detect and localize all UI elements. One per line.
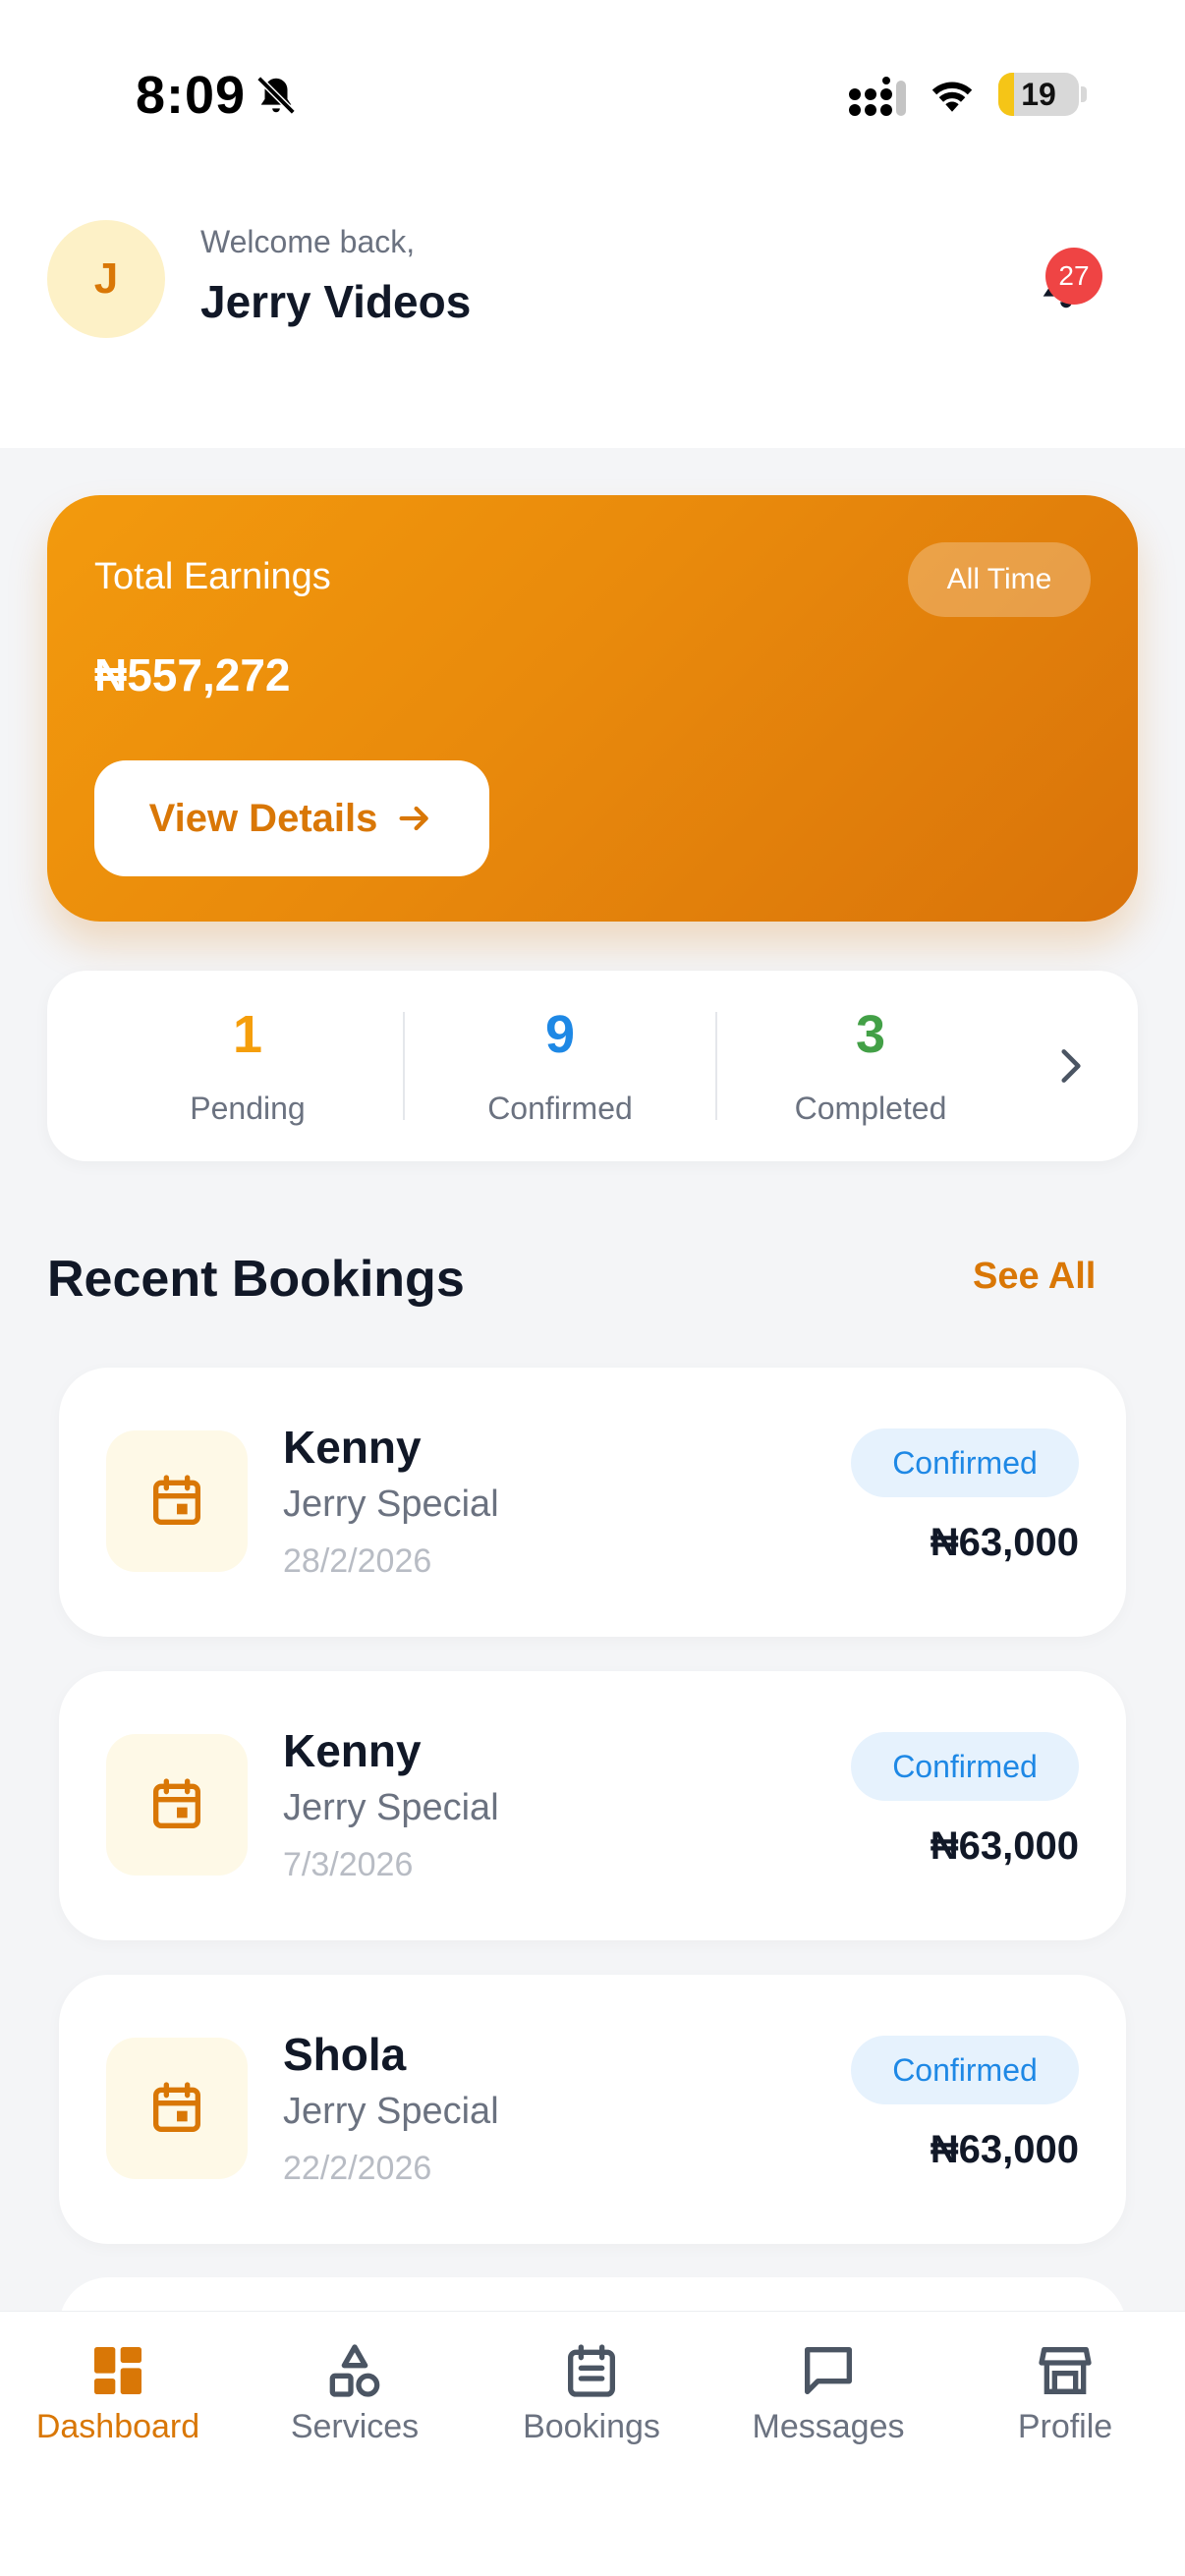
nav-profile[interactable]: Profile [947,2339,1183,2446]
battery-indicator: 19 [998,73,1079,116]
nav-messages-label: Messages [752,2408,905,2445]
booking-service: Jerry Special [283,1484,499,1525]
view-details-label: View Details [148,796,378,840]
booking-service: Jerry Special [283,1787,499,1828]
nav-services-label: Services [290,2408,420,2445]
stat-completed: 3 Completed [723,1008,1018,1127]
calendar-icon [153,1475,200,1525]
earnings-amount: ₦557,272 [94,649,291,700]
bell-off-icon [256,76,296,115]
arrow-right-icon [399,806,429,831]
status-badge: Confirmed [851,1428,1079,1497]
nav-bookings[interactable]: Bookings [474,2339,709,2446]
welcome-text: Welcome back, [200,224,416,259]
store-icon [1039,2347,1092,2394]
chevron-right-icon[interactable] [1045,1041,1095,1091]
booking-icon-box [106,1430,248,1572]
stat-pending-label: Pending [190,1091,306,1126]
booking-client-name: Kenny [283,1725,422,1776]
status-bar: 8:09 19 [0,0,1185,196]
stat-divider [715,1012,717,1120]
stat-completed-value: 3 [855,1005,886,1064]
bottom-nav: Dashboard Services Bookings Messages Pro… [0,2311,1185,2576]
stat-divider [403,1012,405,1120]
booking-card[interactable]: Shola Jerry Special 22/2/2026 Confirmed … [59,1975,1126,2244]
stat-pending: 1 Pending [100,1008,395,1127]
battery-nub [1081,86,1087,102]
stat-pending-value: 1 [232,1005,263,1064]
stat-confirmed-value: 9 [544,1005,576,1064]
booking-service: Jerry Special [283,2091,499,2132]
booking-icon-box [106,1734,248,1876]
booking-client-name: Shola [283,2029,407,2080]
stat-completed-label: Completed [794,1091,947,1126]
notification-badge: 27 [1045,248,1102,305]
dashboard-icon [94,2347,141,2394]
earnings-period-button[interactable]: All Time [908,542,1091,617]
see-all-link[interactable]: See All [973,1256,1096,1298]
booking-client-name: Kenny [283,1422,422,1473]
calendar-icon [153,1778,200,1828]
user-name: Jerry Videos [200,276,472,327]
status-badge: Confirmed [851,1732,1079,1801]
stat-confirmed: 9 Confirmed [413,1008,707,1127]
nav-dashboard-label: Dashboard [35,2408,200,2445]
booking-date: 28/2/2026 [283,1542,432,1580]
booking-amount: ₦63,000 [930,1824,1079,1868]
battery-level: 19 [1021,76,1056,112]
nav-bookings-label: Bookings [523,2408,660,2445]
dashboard-header: J Welcome back, Jerry Videos 27 [0,196,1185,448]
status-badge: Confirmed [851,2036,1079,2104]
booking-card[interactable]: Kenny Jerry Special 28/2/2026 Confirmed … [59,1368,1126,1637]
earnings-card: Total Earnings All Time ₦557,272 View De… [47,495,1138,922]
calendar-icon [568,2344,615,2397]
earnings-label: Total Earnings [94,556,331,597]
booking-card[interactable]: Kenny Jerry Special 7/3/2026 Confirmed ₦… [59,1671,1126,1940]
avatar[interactable]: J [47,220,165,338]
view-details-button[interactable]: View Details [94,760,489,876]
nav-messages[interactable]: Messages [710,2339,946,2446]
stat-confirmed-label: Confirmed [487,1091,633,1126]
booking-date: 22/2/2026 [283,2150,432,2187]
booking-amount: ₦63,000 [930,1521,1079,1564]
calendar-icon [153,2082,200,2132]
booking-stats-card[interactable]: 1 Pending 9 Confirmed 3 Completed [47,971,1138,1161]
nav-services[interactable]: Services [237,2339,473,2446]
booking-date: 7/3/2026 [283,1846,414,1883]
signal-icon [849,77,906,116]
nav-dashboard[interactable]: Dashboard [0,2339,236,2446]
nav-profile-label: Profile [1017,2408,1113,2445]
status-time: 8:09 [136,66,247,125]
recent-bookings-title: Recent Bookings [47,1251,465,1308]
message-icon [805,2347,852,2394]
booking-amount: ₦63,000 [930,2128,1079,2171]
wifi-icon [931,82,973,112]
booking-icon-box [106,2038,248,2179]
shapes-icon [329,2344,380,2397]
